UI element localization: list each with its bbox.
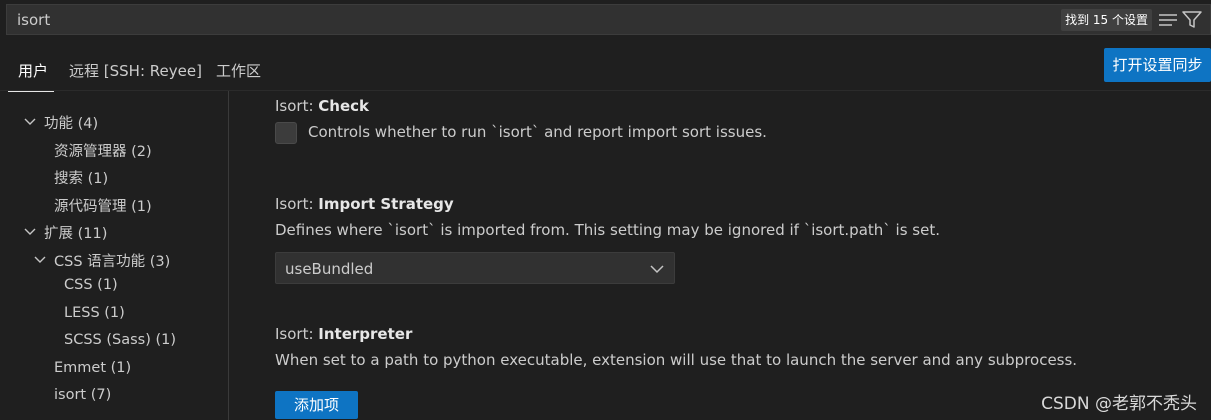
tree-item-label: CSS 语言功能 [54, 254, 146, 270]
filter-icon[interactable] [1182, 11, 1202, 29]
tree-item-count: (1) [104, 305, 125, 321]
tree-item-label: 资源管理器 [54, 144, 127, 160]
settings-search-box[interactable]: isort 找到 15 个设置 [6, 4, 1211, 35]
tree-item-search[interactable]: 搜索 (1) [54, 167, 108, 193]
chevron-down-icon [34, 256, 46, 263]
turn-on-settings-sync-button[interactable]: 打开设置同步 [1104, 48, 1211, 82]
tree-item-label: 功能 [44, 116, 73, 132]
tree-item-count: (11) [77, 226, 108, 242]
tree-item-label: LESS [64, 305, 100, 321]
tree-item-count: (1) [110, 360, 132, 376]
import-strategy-select[interactable]: useBundled [275, 252, 675, 284]
setting-title-interpreter: Isort: Interpreter [275, 325, 412, 343]
setting-name: Import Strategy [318, 195, 454, 213]
add-item-button[interactable]: 添加项 [275, 391, 358, 419]
tree-item-css-language[interactable]: CSS 语言功能 (3) [34, 250, 171, 276]
tree-item-label: 扩展 [44, 226, 73, 242]
tree-item-features[interactable]: 功能 (4) [24, 112, 99, 138]
tree-item-scss[interactable]: SCSS (Sass) (1) [64, 332, 176, 358]
setting-category-prefix: Isort: [275, 325, 319, 343]
setting-title-check: Isort: Check [275, 97, 369, 115]
tab-user[interactable]: 用户 [18, 60, 48, 81]
settings-list: Isort: Check Controls whether to run `is… [229, 91, 1211, 420]
tab-remote[interactable]: 远程 [SSH: Reyee] [69, 60, 202, 81]
tree-item-css[interactable]: CSS (1) [64, 277, 118, 303]
setting-description-interpreter: When set to a path to python executable,… [275, 351, 1078, 369]
clear-filter-lines-icon[interactable] [1158, 12, 1178, 28]
tree-item-count: (1) [131, 199, 152, 215]
tree-item-explorer[interactable]: 资源管理器 (2) [54, 140, 152, 166]
chevron-down-icon [650, 265, 664, 274]
tree-item-label: CSS [64, 277, 93, 293]
tree-item-scm[interactable]: 源代码管理 (1) [54, 195, 152, 221]
tree-item-label: SCSS (Sass) [64, 332, 151, 348]
setting-name: Interpreter [318, 325, 413, 343]
select-value: useBundled [285, 260, 374, 278]
search-result-count-badge: 找到 15 个设置 [1061, 9, 1152, 31]
tree-item-count: (1) [97, 277, 118, 293]
tree-item-emmet[interactable]: Emmet (1) [54, 360, 131, 386]
tree-item-extensions[interactable]: 扩展 (11) [24, 222, 108, 248]
setting-description-import-strategy: Defines where `isort` is imported from. … [275, 221, 940, 239]
tree-item-count: (4) [77, 116, 99, 132]
tree-item-label: Emmet [54, 360, 107, 376]
tree-item-count: (3) [149, 254, 171, 270]
setting-category-prefix: Isort: [275, 195, 319, 213]
chevron-down-icon [24, 228, 36, 235]
watermark: CSDN @老郭不秃头 [1041, 394, 1197, 414]
tree-item-less[interactable]: LESS (1) [64, 305, 125, 331]
search-input[interactable]: isort [17, 11, 50, 29]
setting-category-prefix: Isort: [275, 97, 319, 115]
tree-item-label: 搜索 [54, 171, 83, 187]
tab-workspace[interactable]: 工作区 [216, 60, 261, 81]
setting-description-check: Controls whether to run `isort` and repo… [308, 123, 767, 141]
setting-title-import-strategy: Isort: Import Strategy [275, 195, 454, 213]
tree-item-label: 源代码管理 [54, 199, 127, 215]
tree-item-count: (1) [155, 332, 177, 348]
isort-check-checkbox[interactable] [275, 122, 297, 144]
tree-item-isort[interactable]: isort (7) [54, 387, 111, 413]
chevron-down-icon [24, 118, 36, 125]
tree-item-label: isort [54, 387, 87, 403]
tree-item-count: (7) [90, 387, 112, 403]
tree-item-count: (2) [131, 144, 152, 160]
setting-name: Check [318, 97, 370, 115]
tree-item-count: (1) [87, 171, 109, 187]
